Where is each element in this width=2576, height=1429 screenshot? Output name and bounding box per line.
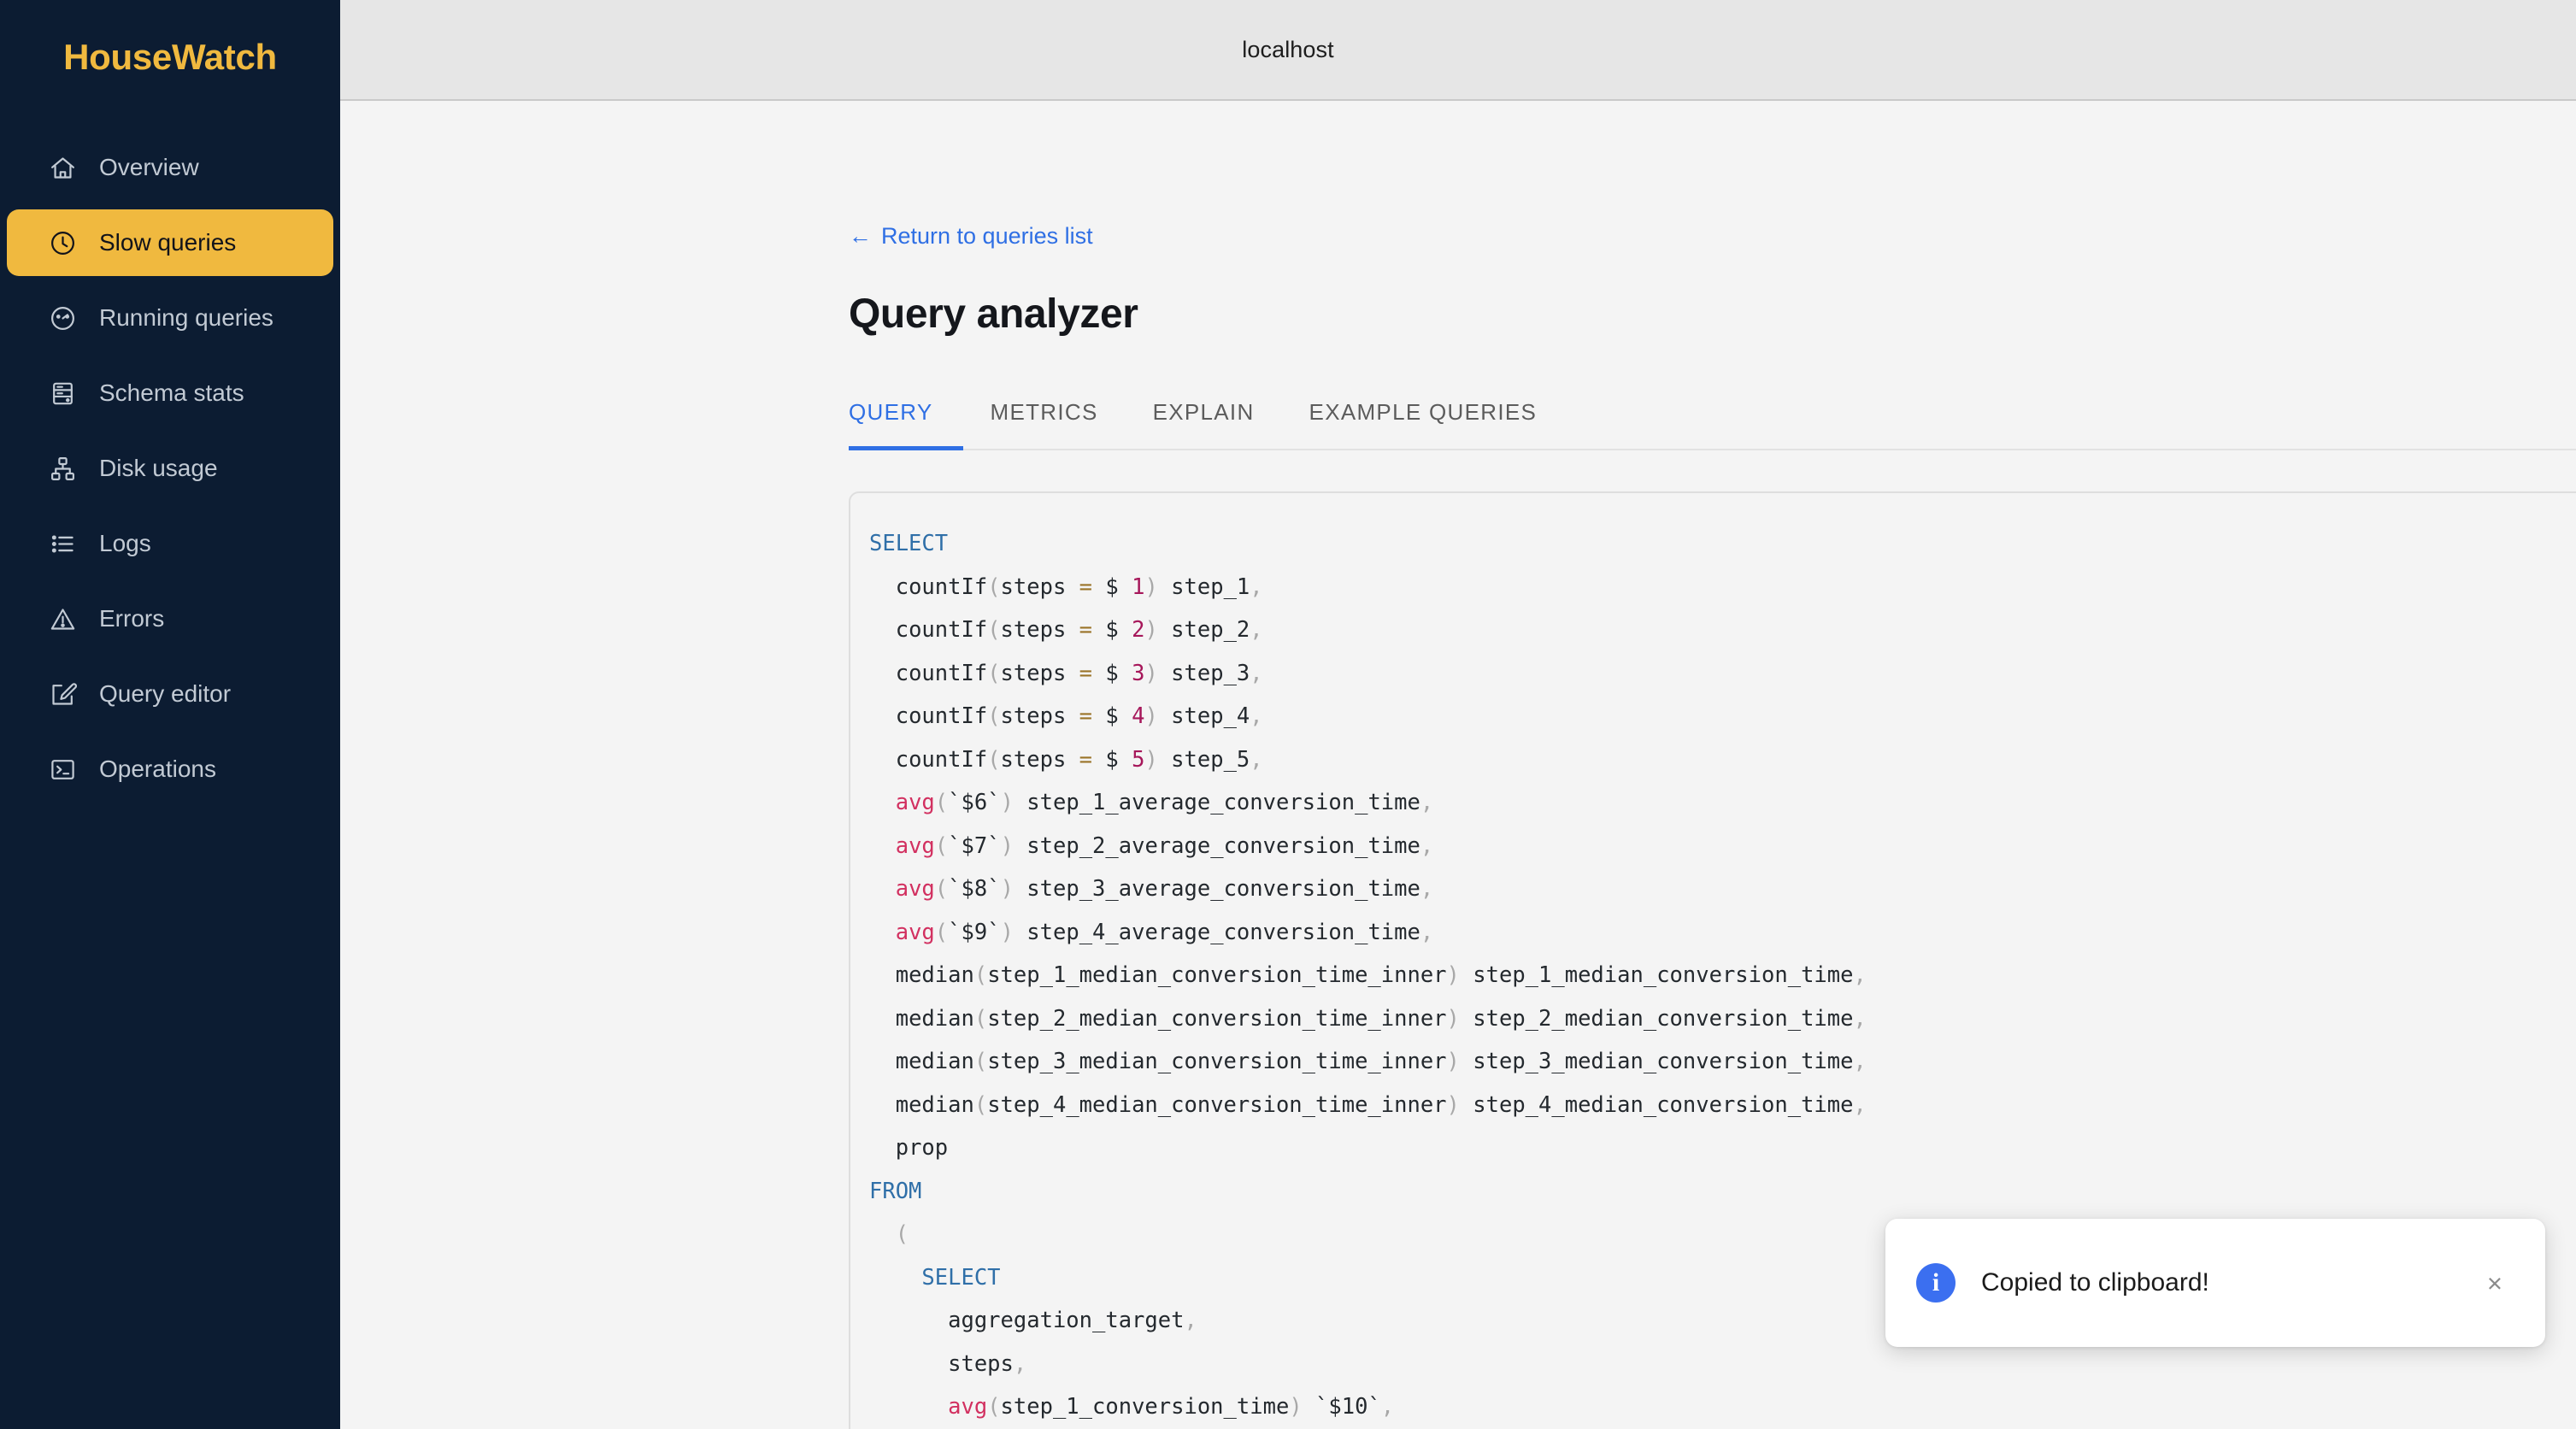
tab-metrics[interactable]: METRICS bbox=[963, 399, 1126, 449]
main-content: ← Return to queries list Query analyzer … bbox=[340, 101, 2576, 1429]
toast-notification: i Copied to clipboard! × bbox=[1885, 1219, 2545, 1347]
sidebar: HouseWatch Overview Slow queries Running q… bbox=[0, 0, 340, 1429]
home-icon bbox=[48, 153, 77, 182]
toast-message: Copied to clipboard! bbox=[1981, 1268, 2482, 1297]
edit-icon bbox=[48, 679, 77, 709]
tab-bar: QUERYMETRICSEXPLAINEXAMPLE QUERIES bbox=[849, 399, 2576, 450]
sidebar-item-label: Disk usage bbox=[99, 455, 218, 482]
sidebar-item-disk-usage[interactable]: Disk usage bbox=[7, 435, 333, 502]
tab-query[interactable]: QUERY bbox=[849, 399, 963, 449]
close-icon[interactable]: × bbox=[2482, 1265, 2508, 1302]
sidebar-item-errors[interactable]: Errors bbox=[7, 585, 333, 652]
app-root: localhost HouseWatch Overview Slow querie… bbox=[0, 0, 2576, 1429]
sidebar-item-label: Running queries bbox=[99, 304, 273, 332]
sidebar-item-label: Errors bbox=[99, 605, 164, 632]
warning-icon bbox=[48, 604, 77, 633]
sidebar-item-schema-stats[interactable]: Schema stats bbox=[7, 360, 333, 426]
back-link-label: Return to queries list bbox=[881, 225, 1093, 248]
sidebar-item-overview[interactable]: Overview bbox=[7, 134, 333, 201]
sidebar-item-label: Slow queries bbox=[99, 229, 236, 256]
browser-url-label: localhost bbox=[1242, 37, 1333, 63]
info-icon: i bbox=[1916, 1263, 1956, 1303]
sidebar-nav: Overview Slow queries Running queries Schem… bbox=[0, 134, 340, 803]
brand-logo: HouseWatch bbox=[0, 0, 340, 114]
tab-example-queries[interactable]: EXAMPLE QUERIES bbox=[1282, 399, 1565, 449]
sidebar-item-label: Operations bbox=[99, 756, 216, 783]
database-icon bbox=[48, 379, 77, 408]
sitemap-icon bbox=[48, 454, 77, 483]
sidebar-item-running-queries[interactable]: Running queries bbox=[7, 285, 333, 351]
sidebar-item-label: Overview bbox=[99, 154, 199, 181]
sidebar-item-operations[interactable]: Operations bbox=[7, 736, 333, 803]
terminal-icon bbox=[48, 755, 77, 784]
return-to-queries-list-link[interactable]: ← Return to queries list bbox=[849, 225, 1093, 248]
sidebar-item-label: Query editor bbox=[99, 680, 231, 708]
browser-chrome-bar: localhost bbox=[0, 0, 2576, 101]
sidebar-item-logs[interactable]: Logs bbox=[7, 510, 333, 577]
page-title: Query analyzer bbox=[849, 291, 2576, 338]
sidebar-item-label: Logs bbox=[99, 530, 151, 557]
clock-icon bbox=[48, 228, 77, 257]
sidebar-item-label: Schema stats bbox=[99, 379, 244, 407]
list-icon bbox=[48, 529, 77, 558]
gauge-icon bbox=[48, 303, 77, 332]
back-arrow-icon: ← bbox=[849, 225, 872, 248]
sidebar-item-slow-queries[interactable]: Slow queries bbox=[7, 209, 333, 276]
sidebar-item-query-editor[interactable]: Query editor bbox=[7, 661, 333, 727]
body-row: HouseWatch OverviewSlow queriesRunning q… bbox=[0, 101, 2576, 1429]
tab-explain[interactable]: EXPLAIN bbox=[1126, 399, 1282, 449]
